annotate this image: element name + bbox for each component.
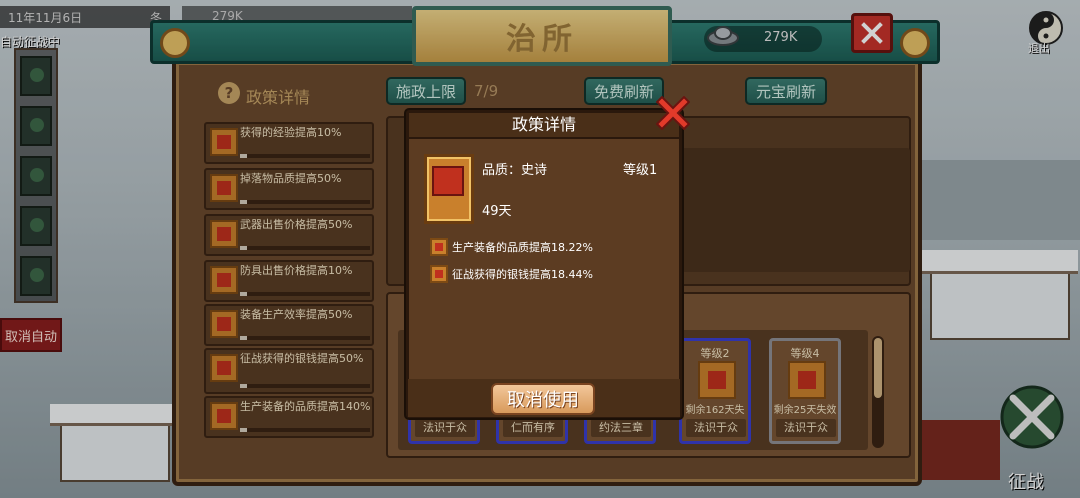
popup-level: 等级1 — [623, 163, 658, 178]
close-icon[interactable] — [656, 96, 690, 130]
cancel-use-button[interactable]: 取消使用 — [491, 383, 595, 415]
effect-text: 生产装备的品质提高18.22% — [452, 241, 593, 254]
policy-scroll-icon — [430, 238, 448, 256]
policy-emblem-icon — [432, 166, 464, 196]
popup-days: 49天 — [482, 204, 512, 219]
policy-scroll-icon — [430, 265, 448, 283]
popup-quality: 品质：史诗 — [482, 163, 548, 178]
popup-title: 政策详情 — [409, 113, 679, 139]
effect-text: 征战获得的银钱提高18.44% — [452, 268, 593, 281]
